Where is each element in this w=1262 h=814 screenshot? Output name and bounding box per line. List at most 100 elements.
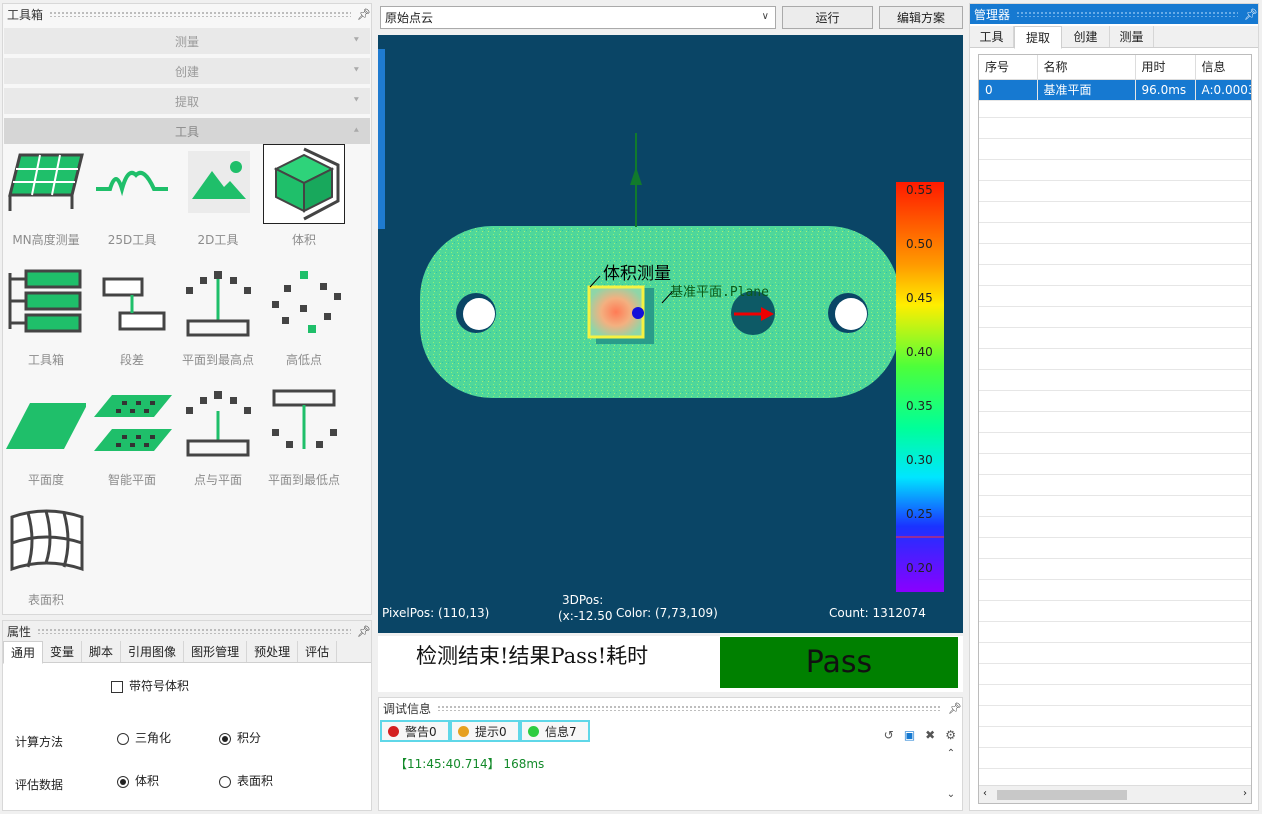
scroll-up-icon[interactable]: ⌃ [947,748,955,759]
info-filter-button[interactable]: 信息7 [520,720,590,742]
table-row[interactable]: 0 基准平面 96.0ms A:0.0003 [979,79,1251,101]
col-info[interactable]: 信息 [1195,55,1251,80]
tool-volume[interactable]: 体积 [262,144,346,257]
category-label: 工具 [174,124,199,139]
tool-label: 25D工具 [107,233,157,247]
result-message: 检测结束!结果Pass!耗时 [416,644,649,668]
tab-graphics[interactable]: 图形管理 [184,641,248,662]
horizontal-scrollbar[interactable]: ‹ › [979,785,1251,803]
tool-label: 平面到最高点 [181,353,254,367]
gear-icon[interactable]: ⚙ [945,728,956,742]
scatter-points-icon [272,271,341,333]
tool-point-plane[interactable]: 点与平面 [176,385,260,497]
colorbar-tick: 0.30 [906,453,933,467]
trash-icon[interactable]: ✖ [925,728,935,742]
plane-max-icon [186,271,251,337]
category-extract[interactable]: 提取 ⯆ [4,88,370,114]
scroll-right-icon[interactable]: › [1243,788,1247,799]
panel-grip [437,705,942,711]
tab-preprocess[interactable]: 预处理 [247,641,299,662]
colorbar-tick: 0.55 [906,183,933,197]
scroll-thumb[interactable] [997,790,1127,800]
checkbox-box[interactable] [111,680,123,693]
pin-icon[interactable]: 📌︎ [357,625,371,638]
edit-scheme-button[interactable]: 编辑方案 [879,6,963,29]
tool-step[interactable]: 段差 [90,265,174,377]
stack-icon [8,269,82,333]
tab-script[interactable]: 脚本 [82,641,122,662]
radio-surface[interactable]: 表面积 [219,772,273,789]
tool-flatness[interactable]: 平面度 [4,385,88,497]
hint-filter-button[interactable]: 提示0 [450,720,520,742]
category-measure[interactable]: 测量 ⯆ [4,28,370,54]
tool-2d[interactable]: 2D工具 [176,145,260,257]
source-select[interactable]: 原始点云 ∨ [380,6,776,29]
pin-icon[interactable]: 📌︎ [357,8,371,21]
tab-create[interactable]: 创建 [1062,26,1110,47]
category-create[interactable]: 创建 ⯆ [4,58,370,84]
cube-icon [263,144,345,224]
cell-info: A:0.0003 [1195,79,1251,101]
tool-25d[interactable]: 25D工具 [90,145,174,257]
wave-icon [96,170,168,197]
tab-tools[interactable]: 工具 [970,26,1014,47]
properties-title: 属性 [7,624,32,639]
tab-measure[interactable]: 测量 [1110,26,1154,47]
tab-extract[interactable]: 提取 [1014,26,1062,49]
category-label: 测量 [174,34,199,49]
col-name[interactable]: 名称 [1037,55,1136,80]
cell-name: 基准平面 [1037,79,1136,101]
radio-circle[interactable] [219,732,231,745]
tool-label: 平面到最低点 [267,473,340,487]
debug-filters: 警告0 提示0 信息7 [380,720,590,742]
point-cloud-viewer[interactable]: 体积测量 基准平面.Plane 0.55 0.50 0.45 0.40 0.35… [378,35,963,633]
manager-header: 管理器 📌︎ [970,4,1258,24]
radio-triangulate[interactable]: 三角化 [117,729,171,746]
colorbar-tick: 0.50 [906,237,933,251]
col-time[interactable]: 用时 [1135,55,1196,80]
tab-ref-image[interactable]: 引用图像 [121,641,185,662]
debug-scrollbar[interactable]: ⌃ ⌄ [944,748,958,800]
tool-high-low[interactable]: 高低点 [262,265,346,377]
scroll-left-icon[interactable]: ‹ [983,788,987,799]
tool-plane-to-max[interactable]: 平面到最高点 [176,265,260,377]
properties-header: 属性 📌︎ [3,621,371,641]
category-tools[interactable]: 工具 ⯅ [4,118,370,144]
undo-icon[interactable]: ↺ [884,728,894,742]
tab-variables[interactable]: 变量 [43,641,83,662]
source-select-value: 原始点云 [385,11,434,25]
tool-surface-area[interactable]: 表面积 [4,505,88,617]
result-bar: 检测结束!结果Pass!耗时 Pass [378,636,963,692]
tool-plane-to-min[interactable]: 平面到最低点 [262,385,346,497]
col-index[interactable]: 序号 [979,55,1038,80]
colorbar-tick: 0.20 [906,561,933,575]
save-icon[interactable]: ▣ [904,728,915,742]
radio-circle[interactable] [219,775,231,788]
height-grid-icon [8,153,84,211]
tool-toolbox[interactable]: 工具箱 [4,265,88,377]
tool-label: 点与平面 [193,473,242,487]
tool-label: MN高度测量 [12,233,80,247]
radio-integral[interactable]: 积分 [219,729,261,746]
run-button[interactable]: 运行 [782,6,873,29]
tab-general[interactable]: 通用 [3,641,44,664]
radio-circle[interactable] [117,775,129,788]
pin-icon[interactable]: 📌︎ [1244,8,1258,21]
tool-smart-plane[interactable]: 智能平面 [90,385,174,497]
tool-label: 表面积 [27,593,64,607]
flat-plane-icon [6,403,86,449]
cell-index: 0 [979,79,1038,101]
tab-evaluate[interactable]: 评估 [298,641,338,662]
chevron-down-icon: ⯆ [352,66,360,76]
scroll-down-icon[interactable]: ⌄ [947,789,955,800]
signed-volume-checkbox[interactable]: 带符号体积 [111,677,189,694]
toolbox-header: 工具箱 📌︎ [3,4,371,24]
pin-icon[interactable]: 📌︎ [948,702,962,715]
radio-circle[interactable] [117,732,129,745]
radio-volume[interactable]: 体积 [117,772,159,789]
category-label: 创建 [174,64,199,79]
chevron-down-icon: ⯆ [352,36,360,46]
category-label: 提取 [174,94,199,109]
tool-mn-height[interactable]: MN高度测量 [4,145,88,257]
warning-filter-button[interactable]: 警告0 [380,720,450,742]
